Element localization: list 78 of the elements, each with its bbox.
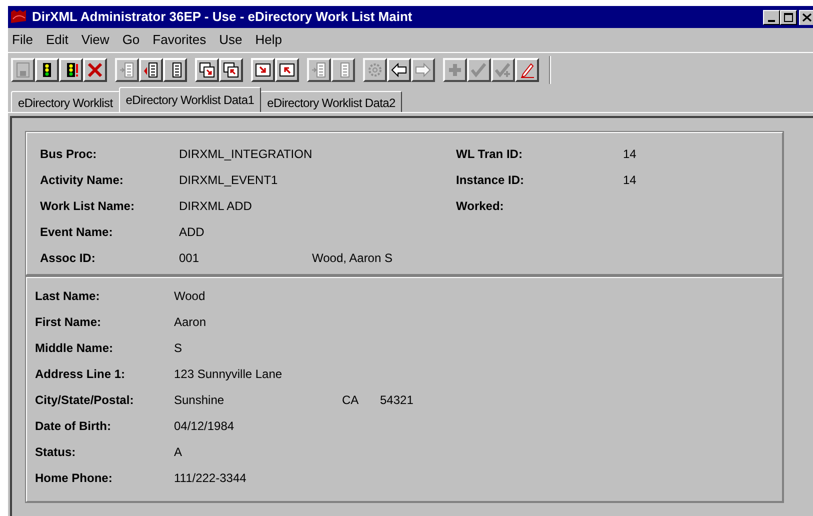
tab[interactable]: eDirectory Worklist Data1	[118, 87, 262, 112]
field-label: Bus Proc:	[40, 146, 98, 163]
list-icon	[143, 62, 159, 78]
pencil-icon	[519, 62, 535, 78]
toolbar-button[interactable]	[83, 58, 107, 82]
check-icon	[495, 62, 511, 78]
menu-item[interactable]: Help	[255, 30, 282, 50]
field-value: 14	[623, 146, 636, 163]
window-title: DirXML Administrator 36EP - Use - eDirectory Work List Maint	[32, 8, 412, 26]
field-label: Work List Name:	[40, 198, 136, 215]
arrow-box-icon	[255, 62, 271, 78]
toolbar-button[interactable]	[35, 58, 59, 82]
field-label: Home Phone:	[35, 470, 114, 487]
field-value: Sunshine	[174, 392, 226, 409]
toolbar-button[interactable]	[387, 58, 411, 82]
field-label: Last Name:	[35, 288, 101, 305]
left-arrow-icon	[391, 62, 407, 78]
field-label: Instance ID:	[456, 172, 526, 189]
field-label: Activity Name:	[40, 172, 124, 189]
field-label: First Name:	[35, 314, 102, 331]
field-value: ADD	[179, 224, 206, 241]
field-label: Worked:	[456, 198, 505, 215]
toolbar-button[interactable]	[275, 58, 299, 82]
tab[interactable]: eDirectory Worklist	[11, 91, 120, 112]
field-label: Assoc ID:	[40, 250, 96, 267]
right-arrow-icon	[415, 62, 431, 78]
field-value: S	[174, 340, 182, 357]
toolbar-button[interactable]	[163, 58, 187, 82]
list-icon	[119, 62, 135, 78]
field-value: Aaron	[174, 314, 206, 331]
field-label: Status:	[35, 444, 77, 461]
check-icon	[471, 62, 487, 78]
field-value: 001	[179, 250, 200, 267]
maximize-button[interactable]	[780, 10, 797, 24]
close-button[interactable]	[799, 10, 813, 24]
tab[interactable]: eDirectory Worklist Data2	[260, 91, 402, 112]
field-value: Wood, Aaron S	[312, 250, 392, 267]
maximize-icon	[784, 12, 793, 22]
field-label: City/State/Postal:	[35, 392, 135, 409]
arrow-box-icon	[279, 62, 295, 78]
windows-icon	[199, 62, 215, 78]
field-value: 123 Sunnyville Lane	[174, 366, 282, 383]
toolbar-button[interactable]	[59, 58, 83, 82]
field-value: DIRXML ADD	[179, 198, 253, 215]
menu-item[interactable]: Use	[219, 30, 242, 50]
minimize-button[interactable]	[763, 10, 780, 24]
field-label: Middle Name:	[35, 340, 114, 357]
field-value: CA	[342, 392, 360, 409]
plus-icon	[447, 62, 463, 78]
toolbar-button[interactable]	[515, 58, 539, 82]
menu-item[interactable]: Favorites	[152, 30, 206, 50]
field-value: 54321	[380, 392, 414, 409]
field-value: 04/12/1984	[174, 418, 234, 435]
field-value: DIRXML_INTEGRATION	[179, 146, 312, 163]
menu-item[interactable]: View	[81, 30, 110, 50]
close-icon	[802, 13, 812, 22]
close-icon	[87, 62, 103, 78]
minimize-icon	[768, 20, 775, 22]
field-value: Wood	[174, 288, 206, 305]
gear-icon	[367, 62, 383, 78]
field-value: 14	[623, 172, 636, 189]
field-value: 111/222-3344	[174, 470, 246, 487]
field-label: Event Name:	[40, 224, 114, 241]
menu-item[interactable]: Go	[122, 30, 140, 50]
app-logo-icon	[10, 9, 28, 25]
field-label: WL Tran ID:	[456, 146, 524, 163]
field-label: Date of Birth:	[35, 418, 112, 435]
menu-item[interactable]: File	[12, 30, 33, 50]
list-icon	[311, 62, 327, 78]
field-value: A	[174, 444, 182, 461]
toolbar-button[interactable]	[219, 58, 243, 82]
toolbar-button[interactable]	[139, 58, 163, 82]
field-label: Address Line 1:	[35, 366, 126, 383]
windows-icon	[223, 62, 239, 78]
field-value: DIRXML_EVENT1	[179, 172, 279, 189]
menu-item[interactable]: Edit	[46, 30, 68, 50]
toolbar-button[interactable]	[251, 58, 275, 82]
toolbar-button[interactable]	[195, 58, 219, 82]
